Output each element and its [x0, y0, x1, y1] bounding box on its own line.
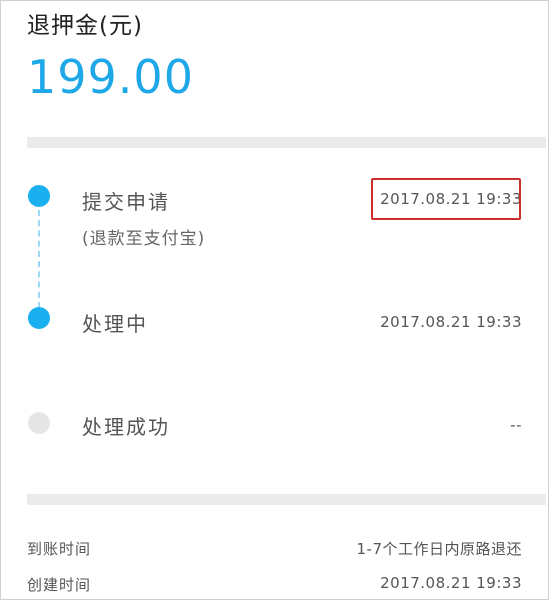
step-subtitle-submit: (退款至支付宝)	[82, 229, 206, 249]
arrival-time-label: 到账时间	[27, 540, 92, 558]
highlight-box	[371, 178, 521, 220]
timeline-dot-submit	[28, 185, 50, 207]
step-time-success: --	[510, 416, 522, 434]
deposit-amount: 199.00	[27, 50, 194, 104]
step-title-submit: 提交申请	[82, 190, 170, 214]
step-time-processing: 2017.08.21 19:33	[380, 313, 522, 331]
deposit-label: 退押金(元)	[27, 13, 143, 39]
step-title-success: 处理成功	[82, 415, 170, 439]
timeline-dot-processing	[28, 307, 50, 329]
timeline-connector	[38, 210, 40, 308]
arrival-time-value: 1-7个工作日内原路退还	[356, 540, 522, 558]
timeline-dot-success	[28, 412, 50, 434]
section-divider-top	[27, 137, 546, 148]
section-divider-bottom	[27, 494, 546, 505]
created-time-label: 创建时间	[27, 576, 92, 594]
created-time-value: 2017.08.21 19:33	[380, 574, 522, 592]
step-title-processing: 处理中	[82, 312, 148, 336]
